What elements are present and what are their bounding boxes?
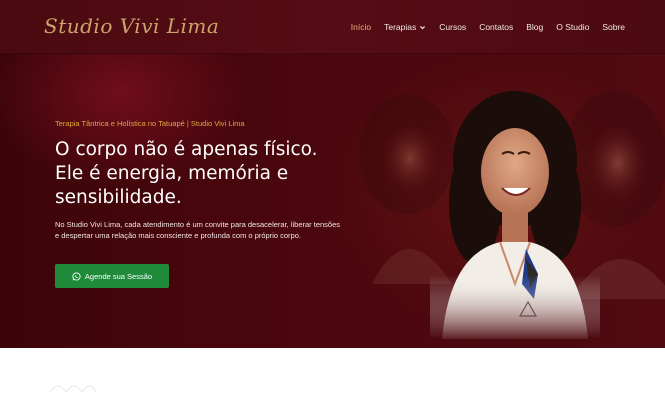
headline-line-2: Ele é energia, memória e <box>55 163 289 184</box>
nav-item-inicio[interactable]: Início <box>351 22 371 32</box>
site-header: Studio Vivi Lima Início Terapias Cursos … <box>0 0 665 54</box>
chevron-down-icon <box>420 25 426 29</box>
nav-item-o-studio[interactable]: O Studio <box>556 22 589 32</box>
whatsapp-icon <box>72 271 81 281</box>
hero-headline: O corpo não é apenas físico. Ele é energ… <box>55 138 375 210</box>
main-nav: Início Terapias Cursos Contatos Blog O S… <box>351 0 625 54</box>
book-session-label: Agende sua Sessão <box>84 271 153 281</box>
book-session-button[interactable]: Agende sua Sessão <box>55 264 169 288</box>
decorative-ornament <box>49 385 97 393</box>
nav-item-cursos[interactable]: Cursos <box>439 22 466 32</box>
site-logo[interactable]: Studio Vivi Lima <box>44 14 219 38</box>
therapist-photo <box>430 84 600 339</box>
headline-line-3: sensibilidade. <box>55 187 182 208</box>
nav-item-terapias-label: Terapias <box>384 22 417 32</box>
nav-item-sobre[interactable]: Sobre <box>602 22 625 32</box>
nav-item-blog[interactable]: Blog <box>526 22 543 32</box>
hero-description: No Studio Vivi Lima, cada atendimento é … <box>55 220 341 240</box>
nav-item-terapias[interactable]: Terapias <box>384 22 426 32</box>
hero-section: Terapia Tântrica e Holística no Tatuapé … <box>0 54 665 348</box>
hero-eyebrow: Terapia Tântrica e Holística no Tatuapé … <box>55 119 245 128</box>
nav-item-contatos[interactable]: Contatos <box>479 22 513 32</box>
headline-line-1: O corpo não é apenas físico. <box>55 139 318 160</box>
